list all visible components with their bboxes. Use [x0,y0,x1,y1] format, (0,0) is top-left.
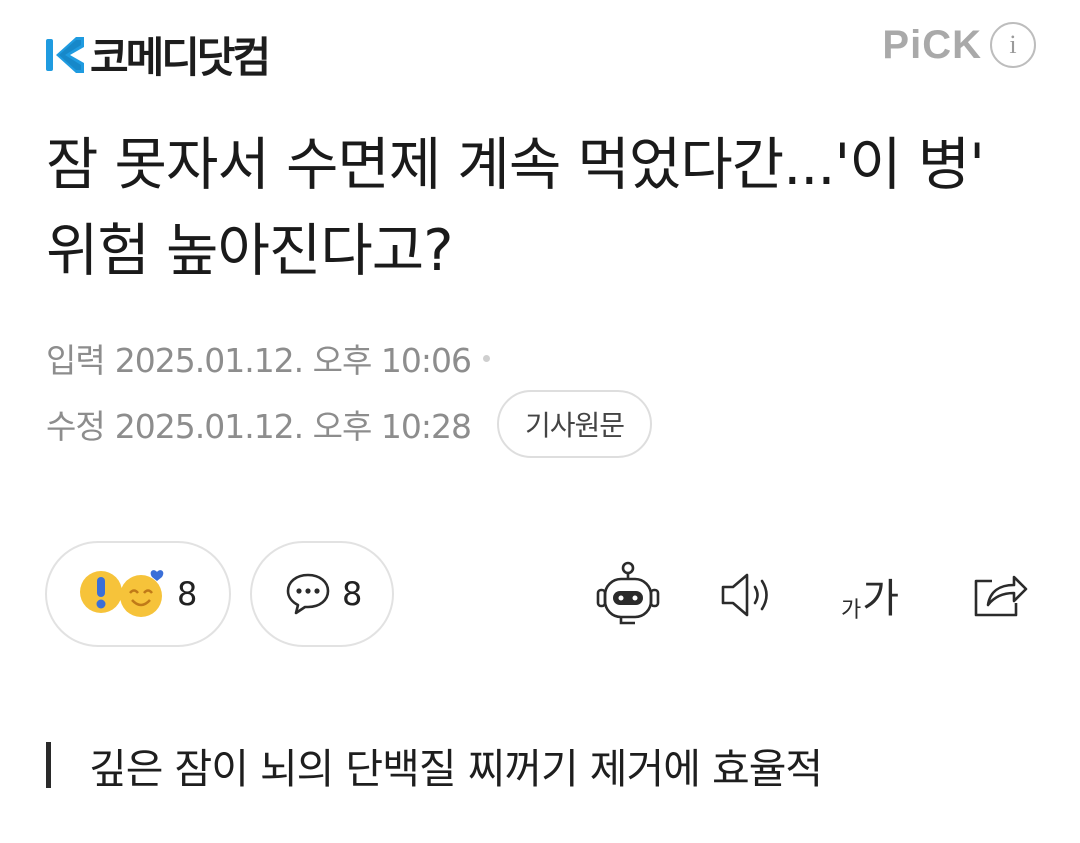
speech-bubble-icon [286,573,330,615]
subheadline-bar [46,742,51,788]
pick-label: PiCK [882,22,982,67]
font-large-glyph: 가 [862,576,900,622]
article-title: 잠 못자서 수면제 계속 먹었다간...'이 병' 위험 높아진다고? [46,132,985,284]
info-icon[interactable]: i [990,22,1036,68]
smile-heart-emoji-icon [120,570,164,617]
input-label: 입력 [46,341,106,380]
share-button[interactable] [960,555,1040,635]
press-logo[interactable]: 코메디닷컴 [46,24,271,85]
comment-count: 8 [342,575,363,613]
pick-badge[interactable]: PiCK i [882,22,1036,68]
reaction-button[interactable]: 8 [45,541,231,647]
comment-button[interactable]: 8 [250,541,394,647]
modified-label: 수정 [46,407,106,446]
share-icon [974,575,1028,617]
input-date-row: 입력 2025.01.12. 오후 10:06 [46,334,490,382]
font-small-glyph: 가 [840,598,862,623]
text-to-speech-button[interactable] [710,555,790,635]
summary-bot-button[interactable] [588,555,668,635]
original-article-button[interactable]: 기사원문 [496,390,653,458]
subheadline-text: 깊은 잠이 뇌의 단백질 찌꺼기 제거에 효율적 [89,745,823,793]
article-subheadline: 깊은 잠이 뇌의 단백질 찌꺼기 제거에 효율적 [46,735,823,795]
input-datetime: 2025.01.12. 오후 10:06 [114,341,472,380]
comedy-logo-icon [46,36,84,73]
modified-datetime: 2025.01.12. 오후 10:28 [114,407,472,446]
article-page: 코메디닷컴 PiCK i 잠 못자서 수면제 계속 먹었다간...'이 병' 위… [0,0,1080,843]
press-name: 코메디닷컴 [90,33,271,82]
robot-summary-icon [596,561,660,625]
speaker-icon [721,573,768,617]
separator-dot [482,354,490,362]
modified-date-row: 수정 2025.01.12. 오후 10:28 기사원문 [46,390,653,458]
exclaim-emoji-icon [80,571,122,613]
reaction-count: 8 [177,575,198,613]
font-size-button[interactable]: 가 가 [830,555,910,635]
font-size-icon: 가 가 [841,566,899,624]
